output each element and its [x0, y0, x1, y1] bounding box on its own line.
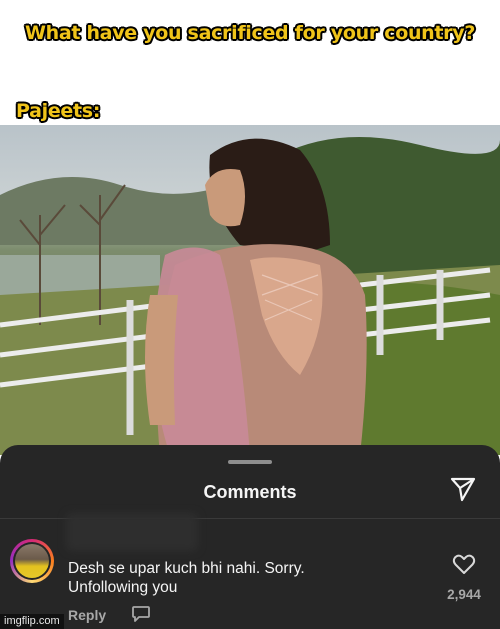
comments-title: Comments [203, 482, 297, 502]
comment-text: Desh se upar kuch bhi nahi. Sorry. Unfol… [68, 560, 305, 596]
heart-icon[interactable] [452, 553, 476, 575]
mid-caption: Pajeets: [16, 100, 101, 122]
like-count: 2,944 [447, 587, 481, 602]
watermark: imgflip.com [0, 614, 64, 629]
blurred-username [66, 513, 198, 551]
send-icon[interactable] [449, 475, 477, 503]
comments-sheet: Comments Desh se upar kuch bhi nahi. Sor… [0, 445, 500, 629]
drag-handle[interactable] [228, 460, 272, 464]
top-caption: What have you sacrificed for your countr… [24, 22, 476, 44]
avatar[interactable] [10, 539, 54, 583]
speech-bubble-icon[interactable] [131, 605, 151, 623]
background-photo [0, 125, 500, 455]
reply-button[interactable]: Reply [68, 607, 106, 623]
